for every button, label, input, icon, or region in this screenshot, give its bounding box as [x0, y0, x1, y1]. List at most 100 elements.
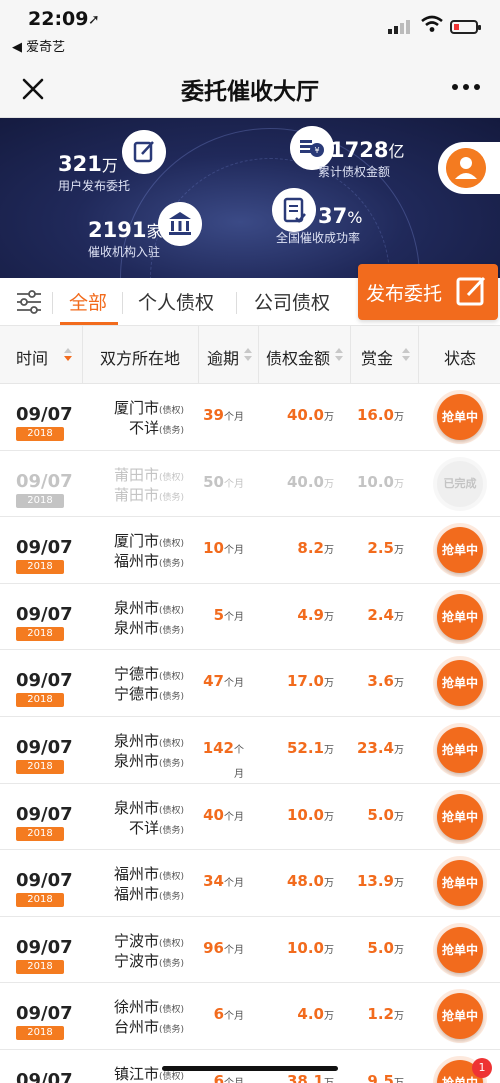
table-row[interactable]: 09/07 2018 福州市(债权) 福州市(债务) 34个月 48.0万 13.9万 抢单中 — [0, 850, 500, 917]
tab-all[interactable]: 全部 — [69, 288, 107, 315]
amount-unit: 万 — [324, 545, 334, 557]
overdue-value: 5 — [213, 605, 224, 624]
bounty-amount: 9.5万 — [367, 1072, 404, 1083]
table-row[interactable]: 09/07 2018 泉州市(债权) 不详(债务) 40个月 10.0万 5.0万 抢单中 — [0, 783, 500, 851]
sort-icon[interactable] — [244, 348, 252, 362]
col-bounty[interactable]: 赏金 — [361, 345, 393, 369]
table-row[interactable]: 09/07 2018 宁德市(债权) 宁德市(债务) 47个月 17.0万 3.6万 抢单中 — [0, 650, 500, 717]
grab-order-button[interactable]: 抢单中 — [437, 660, 483, 707]
creditor-location: 徐州市(债权) — [114, 996, 184, 1017]
grab-order-button[interactable]: 抢单中 — [437, 993, 483, 1040]
bounty-unit: 万 — [394, 878, 404, 890]
overdue-value: 34 — [203, 872, 224, 891]
stats-banner: 321万 用户发布委托 2191家 催收机构入驻 ¥ 1728亿 累计债权金额 … — [0, 118, 500, 278]
bounty-value: 9.5 — [367, 1071, 394, 1083]
tab-divider — [236, 292, 237, 314]
grab-order-button[interactable]: 抢单中 — [437, 593, 483, 640]
overdue-months: 96个月 — [203, 939, 244, 957]
sort-icon[interactable] — [402, 348, 410, 362]
battery-icon — [450, 20, 481, 34]
table-row[interactable]: 09/07 2018 宁波市(债权) 宁波市(债务) 96个月 10.0万 5.0万 抢单中 — [0, 916, 500, 984]
stat-caption: 催收机构入驻 — [88, 245, 161, 259]
filter-icon[interactable] — [16, 290, 42, 314]
commission-list: 09/07 2018 厦门市(债权) 不详(债务) 39个月 40.0万 16.0万 抢单中 0… — [0, 384, 500, 1083]
overdue-value: 50 — [203, 472, 224, 491]
page-title: 委托催收大厅 — [181, 79, 319, 105]
bounty-unit: 万 — [394, 744, 404, 756]
row-year-badge: 2018 — [16, 493, 64, 508]
grab-order-button[interactable]: 抢单中 — [437, 394, 483, 440]
grab-order-button[interactable]: 抢单中 — [437, 860, 483, 907]
col-overdue[interactable]: 逾期 — [207, 345, 239, 369]
stat-number: 37 — [318, 204, 348, 228]
row-year-badge: 2018 — [16, 1026, 64, 1041]
overdue-months: 40个月 — [203, 806, 244, 824]
amount-value: 38.1 — [286, 1071, 324, 1083]
overdue-unit-wrapped: 月 — [234, 768, 244, 780]
bounty-unit: 万 — [394, 1011, 404, 1023]
stat-unit: 家 — [146, 222, 163, 241]
creditor-city: 宁波市 — [113, 931, 159, 950]
row-date: 09/07 — [16, 537, 73, 559]
creditor-city: 徐州市 — [113, 998, 159, 1017]
table-row[interactable]: 09/07 2018 泉州市(债权) 泉州市(债务) 142个月 52.1万 23.4万 抢单… — [0, 716, 500, 784]
table-row[interactable]: 09/07 2018 莆田市(债权) 莆田市(债务) 50个月 40.0万 10.0万 已完成 — [0, 450, 500, 518]
tab-personal-debt[interactable]: 个人债权 — [138, 288, 214, 315]
grab-order-button[interactable]: 抢单中 — [437, 527, 483, 574]
overdue-unit: 个月 — [224, 944, 244, 956]
overdue-months: 39个月 — [203, 406, 244, 424]
col-status: 状态 — [444, 349, 477, 368]
grab-order-button[interactable]: 抢单中 — [437, 926, 483, 973]
col-amount[interactable]: 债权金额 — [266, 345, 330, 369]
debtor-location: 不详(债务) — [129, 817, 184, 838]
publish-commission-button[interactable]: 发布委托 — [358, 264, 498, 320]
amount-unit: 万 — [324, 412, 334, 423]
table-row[interactable]: 09/07 2018 厦门市(债权) 不详(债务) 39个月 40.0万 16.0万 抢单中 — [0, 384, 500, 451]
creditor-city: 镇江市 — [113, 1064, 159, 1083]
profile-button[interactable] — [438, 142, 500, 194]
overdue-value: 10 — [203, 539, 224, 558]
tab-divider — [122, 292, 123, 314]
debtor-city: 福州市 — [113, 552, 159, 571]
amount-unit: 万 — [324, 611, 334, 623]
debtor-location: 宁波市(债务) — [114, 950, 184, 971]
stat-unit: 万 — [101, 156, 118, 175]
creditor-location: 莆田市(债权) — [114, 464, 184, 485]
creditor-tag: (债权) — [158, 872, 184, 883]
creditor-location: 泉州市(债权) — [114, 797, 184, 818]
sort-icon[interactable] — [64, 348, 72, 362]
grab-order-button[interactable]: 抢单中 — [437, 726, 483, 773]
overdue-unit: 个 — [234, 744, 244, 756]
amount-unit: 万 — [324, 1078, 334, 1083]
creditor-tag: (债权) — [158, 805, 184, 816]
stat-users-published: 321万 用户发布委托 — [58, 152, 130, 194]
debtor-city: 福州市 — [113, 885, 159, 904]
bounty-unit: 万 — [394, 678, 404, 690]
sort-icon[interactable] — [335, 348, 343, 362]
table-row[interactable]: 09/07 2018 厦门市(债权) 福州市(债务) 10个月 8.2万 2.5万 抢单中 — [0, 517, 500, 584]
bounty-value: 23.4 — [356, 738, 394, 757]
creditor-location: 宁德市(债权) — [114, 663, 184, 684]
debtor-location: 福州市(债务) — [114, 883, 184, 904]
tab-company-debt[interactable]: 公司债权 — [254, 288, 330, 315]
back-to-app-link[interactable]: ◀ 爱奇艺 — [12, 36, 65, 55]
overdue-months: 142个 — [203, 739, 244, 757]
signal-icon — [388, 20, 414, 34]
debtor-tag: (债务) — [158, 559, 184, 570]
table-row[interactable]: 09/07 2018 徐州市(债权) 台州市(债务) 6个月 4.0万 1.2万 抢单中 — [0, 983, 500, 1050]
bounty-value: 3.6 — [367, 672, 394, 691]
table-row[interactable]: 09/07 2018 泉州市(债权) 泉州市(债务) 5个月 4.9万 2.4万 抢单中 — [0, 583, 500, 651]
overdue-value: 96 — [203, 938, 224, 957]
creditor-city: 泉州市 — [113, 798, 159, 817]
overdue-unit: 个月 — [224, 1011, 244, 1023]
bounty-value: 1.2 — [367, 1005, 394, 1024]
row-date: 09/07 — [16, 670, 73, 692]
grab-order-button[interactable]: 抢单中 — [437, 793, 483, 840]
amount-unit: 万 — [324, 944, 334, 956]
creditor-tag: (债权) — [158, 738, 184, 749]
col-time[interactable]: 时间 — [16, 345, 48, 369]
stat-number: 1728 — [330, 138, 389, 162]
amount-unit: 万 — [324, 744, 334, 756]
more-icon[interactable] — [448, 72, 484, 102]
overdue-value: 47 — [203, 672, 224, 691]
